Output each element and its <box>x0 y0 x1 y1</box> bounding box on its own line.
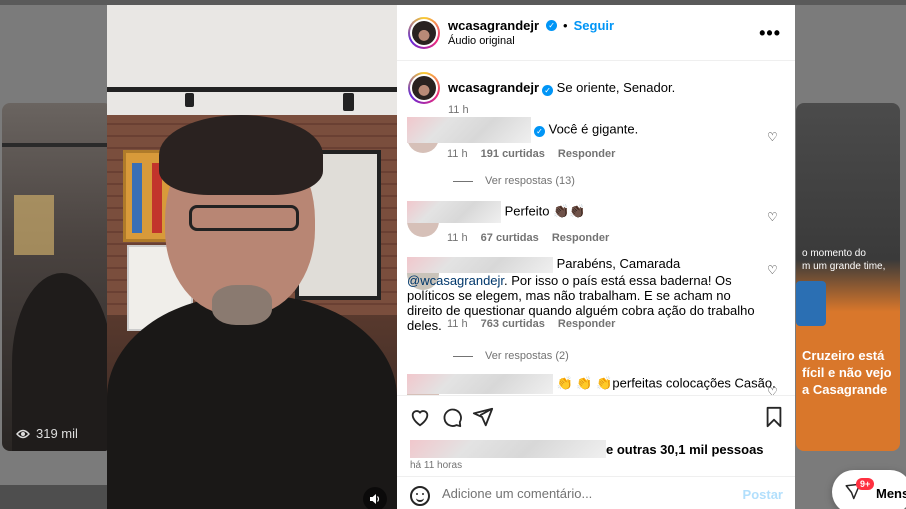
username-link[interactable]: wcasagrandejr <box>448 80 539 95</box>
likes-summary[interactable]: e outras 30,1 mil pessoas <box>410 440 764 458</box>
emoji-icon[interactable] <box>410 486 430 506</box>
view-count-label: 319 mil <box>36 426 78 441</box>
bg-caption-bottom: Cruzeiro está fícil e não vejo a Casagra… <box>802 348 892 397</box>
heart-icon[interactable]: ♡ <box>767 264 779 276</box>
caption-time: 11 h <box>448 104 469 116</box>
post-comment-button[interactable]: Postar <box>743 487 783 502</box>
caption-text: wcasagrandejr ✓ Se oriente, Senador. <box>448 80 675 96</box>
background-reel-right[interactable]: o momento do m um grande time, Cruzeiro … <box>796 103 900 451</box>
speaker-icon <box>370 494 380 504</box>
avatar[interactable] <box>408 72 440 104</box>
heart-icon[interactable] <box>409 406 431 428</box>
caption-body: Se oriente, Senador. <box>556 80 676 95</box>
bg-shelf <box>2 143 112 147</box>
comment-text: 👏 👏 👏perfeitas colocações Casão. <box>556 375 776 391</box>
redacted-liker[interactable] <box>410 440 606 458</box>
comment-icon[interactable] <box>441 406 463 428</box>
comment-likes[interactable]: 191 curtidas <box>481 148 545 160</box>
reply-button[interactable]: Responder <box>558 318 615 330</box>
eye-icon <box>16 429 30 438</box>
volume-button[interactable] <box>363 487 387 509</box>
comment-time: 11 h <box>447 148 468 160</box>
bg-caption-top: o momento do m um grande time, <box>802 248 886 272</box>
bg-person <box>12 273 112 451</box>
video-light-track <box>107 87 397 92</box>
follow-button[interactable]: Seguir <box>574 18 614 33</box>
messages-label: Mens <box>876 486 906 501</box>
video-person-body <box>107 295 397 509</box>
background-reel-left-lower <box>0 485 110 509</box>
post-header: wcasagrandejr ✓ • Seguir Áudio original … <box>397 5 795 61</box>
comment-text-line: 👏 👏 👏perfeitas colocações Casão. <box>407 374 776 394</box>
heart-icon[interactable]: ♡ <box>767 131 779 143</box>
comment-input[interactable] <box>442 486 732 501</box>
audio-link[interactable]: Áudio original <box>448 35 515 47</box>
post-video[interactable] <box>107 5 397 509</box>
comment-item: Perfeito 👏🏿👏🏿 11 h 67 curtidas Responder… <box>407 201 787 244</box>
share-icon[interactable] <box>472 406 494 428</box>
heart-icon[interactable]: ♡ <box>767 211 779 223</box>
video-lamp <box>343 93 354 111</box>
add-comment-bar: Postar <box>397 476 795 509</box>
bg-badge <box>796 281 826 326</box>
comment-time: 11 h <box>447 232 468 244</box>
view-replies-label: Ver respostas (2) <box>485 350 569 362</box>
view-replies-button[interactable]: Ver respostas (2) <box>453 350 569 362</box>
comment-text-line: Perfeito 👏🏿👏🏿 <box>407 201 585 223</box>
view-replies-label: Ver respostas (13) <box>485 175 575 187</box>
mention-link[interactable]: @wcasagrandejr <box>407 273 504 288</box>
separator: • <box>563 18 568 33</box>
comment-meta: 11 h 191 curtidas Responder <box>447 148 615 160</box>
likes-count[interactable]: e outras 30,1 mil pessoas <box>606 442 764 457</box>
video-person-hair <box>159 115 323 195</box>
redacted-username[interactable] <box>407 117 531 143</box>
view-count: 319 mil <box>16 426 78 441</box>
bookmark-icon[interactable] <box>763 406 785 428</box>
verified-badge-icon: ✓ <box>534 126 545 138</box>
comment-text: Você é gigante. <box>548 121 639 137</box>
heart-icon[interactable]: ♡ <box>767 386 779 395</box>
video-person-glasses <box>189 205 299 231</box>
redacted-username[interactable] <box>407 256 553 273</box>
redacted-username[interactable] <box>407 201 501 223</box>
comment-time: 11 h <box>447 318 468 330</box>
post-actions: e outras 30,1 mil pessoas há 11 horas Po… <box>397 395 795 509</box>
comment-likes[interactable]: 67 curtidas <box>481 232 539 244</box>
more-horizontal-icon[interactable]: ••• <box>759 23 781 44</box>
comments-list[interactable]: wcasagrandejr ✓ Se oriente, Senador. 11 h… <box>397 62 795 395</box>
video-lamp <box>185 93 194 107</box>
header-user-line: wcasagrandejr ✓ • Seguir <box>448 18 614 33</box>
reply-button[interactable]: Responder <box>552 232 609 244</box>
post-time: há 11 horas <box>410 460 463 471</box>
comment-likes[interactable]: 763 curtidas <box>481 318 545 330</box>
background-reel-left[interactable]: 319 mil <box>2 103 112 451</box>
redacted-username[interactable] <box>407 374 553 394</box>
comment-text: Perfeito 👏🏿👏🏿 <box>504 203 586 219</box>
comment-item: 👏 👏 👏perfeitas colocações Casão. ♡ <box>407 374 787 395</box>
notification-badge: 9+ <box>856 478 875 490</box>
video-person-beard <box>212 285 272 325</box>
comment-item: Parabéns, Camarada @wcasagrandejr. Por i… <box>407 256 787 336</box>
verified-badge-icon: ✓ <box>542 85 554 96</box>
comment-text-prefix: Parabéns, Camarada <box>556 256 681 271</box>
comment-item: ✓ Você é gigante. 11 h 191 curtidas Resp… <box>407 117 787 177</box>
view-replies-button[interactable]: Ver respostas (13) <box>453 175 575 187</box>
post-detail-panel: wcasagrandejr ✓ • Seguir Áudio original … <box>397 5 795 509</box>
bg-poster <box>14 195 54 255</box>
messages-button[interactable]: 9+ Mens <box>832 470 906 509</box>
avatar[interactable] <box>408 17 440 49</box>
verified-badge-icon: ✓ <box>546 20 558 31</box>
comment-meta: 11 h 763 curtidas Responder <box>447 318 615 330</box>
username-link[interactable]: wcasagrandejr <box>448 18 539 33</box>
comment-text-line: ✓ Você é gigante. <box>407 117 638 143</box>
reply-button[interactable]: Responder <box>558 148 615 160</box>
comment-meta: 11 h 67 curtidas Responder <box>447 232 609 244</box>
